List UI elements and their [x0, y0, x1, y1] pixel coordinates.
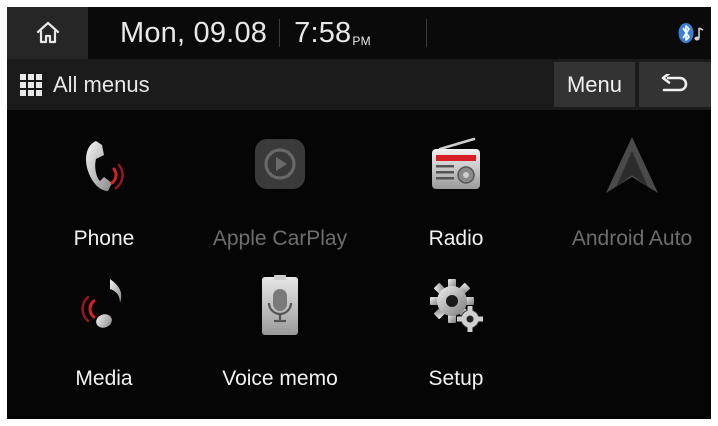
back-button[interactable]	[639, 62, 711, 107]
status-bar: Mon, 09.08 7:58 PM	[7, 7, 711, 59]
app-label: Setup	[428, 367, 484, 390]
menu-button[interactable]: Menu	[554, 62, 635, 107]
app-apple-carplay: Apple CarPlay	[192, 133, 368, 253]
menu-button-label: Menu	[566, 71, 623, 97]
app-label: Phone	[73, 227, 135, 250]
datetime: Mon, 09.08 7:58 PM	[120, 7, 371, 59]
date-text: Mon, 09.08	[120, 16, 268, 49]
ampm-text: PM	[352, 34, 371, 48]
app-voice-memo[interactable]: Voice memo	[192, 273, 368, 393]
home-button[interactable]	[7, 7, 88, 59]
time-text: 7:58	[294, 16, 352, 49]
carplay-icon	[255, 139, 305, 189]
screen: Mon, 09.08 7:58 PM All menus Menu Phone …	[7, 7, 711, 419]
app-phone[interactable]: Phone	[16, 133, 192, 253]
app-media[interactable]: Media	[16, 273, 192, 393]
android-auto-icon	[606, 137, 658, 193]
all-menus-title: All menus	[19, 59, 150, 110]
app-label: Apple CarPlay	[212, 227, 348, 250]
menu-bar: All menus Menu	[7, 59, 711, 110]
radio-icon	[432, 137, 480, 189]
bluetooth-music-icon	[678, 23, 704, 43]
app-android-auto: Android Auto	[544, 133, 711, 253]
all-menus-label: All menus	[53, 71, 150, 97]
divider	[279, 19, 281, 47]
app-label: Android Auto	[571, 227, 693, 250]
home-icon	[36, 21, 59, 44]
microphone-icon	[262, 275, 298, 335]
back-arrow-icon	[661, 73, 688, 91]
app-setup[interactable]: Setup	[368, 273, 544, 393]
app-radio[interactable]: Radio	[368, 133, 544, 253]
gear-icon	[430, 279, 483, 332]
music-note-icon	[81, 279, 122, 328]
app-label: Radio	[428, 227, 484, 250]
phone-icon	[86, 141, 124, 191]
app-label: Media	[75, 367, 133, 390]
grid-icon	[20, 73, 42, 96]
app-label: Voice memo	[222, 367, 338, 390]
divider	[426, 19, 427, 47]
